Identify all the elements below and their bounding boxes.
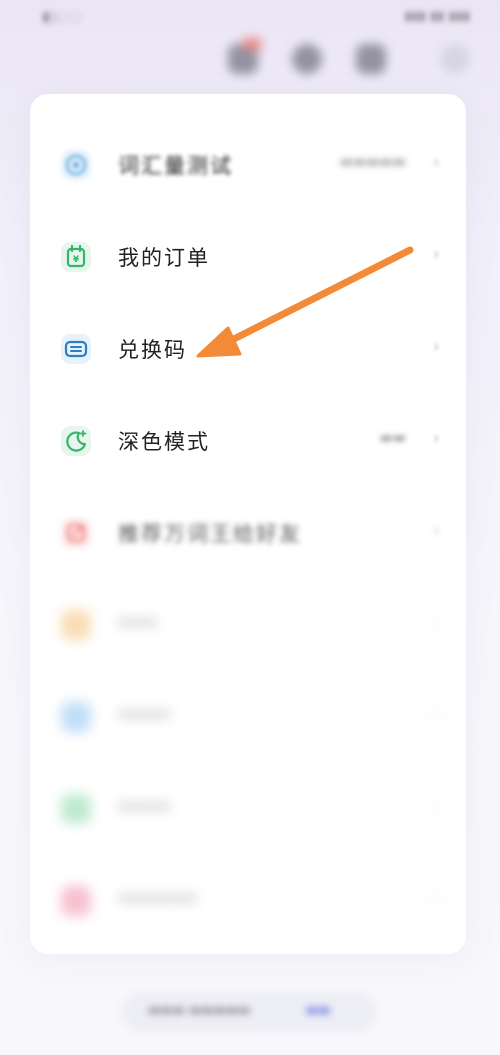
menu-item-user-center[interactable]: ▬▬▬▬▬▬ ›: [30, 870, 466, 930]
menu-card: 词汇量测试 ▬▬▬▬▬ › ¥ 我的订单 › 兑换码 › 深色模式 ▬▬ › 推…: [30, 94, 466, 954]
info-icon: [60, 793, 92, 825]
settings-icon[interactable]: [292, 44, 322, 74]
menu-item-help[interactable]: ▬▬▬▬ ›: [30, 686, 466, 746]
menu-item-label-placeholder: ▬▬▬: [118, 614, 158, 630]
menu-item-about[interactable]: ▬▬▬▬ ›: [30, 778, 466, 838]
target-icon: [60, 149, 92, 181]
menu-item-label-placeholder: ▬▬▬▬: [118, 706, 171, 722]
menu-item-label: 词汇量测试: [118, 154, 233, 178]
menu-item-label: 推荐万词王给好友: [118, 522, 302, 546]
menu-item-vocab-test[interactable]: 词汇量测试 ▬▬▬▬▬ ›: [30, 134, 466, 194]
chevron-right-icon: ›: [432, 796, 440, 817]
status-indicators: ▮▮▮ ▮▮ ▮▮▮: [404, 9, 471, 24]
moon-icon: [60, 425, 92, 457]
notification-badge: [242, 38, 262, 50]
chevron-right-icon: ›: [432, 428, 440, 449]
chevron-right-icon: ›: [432, 888, 440, 909]
menu-item-label-placeholder: ▬▬▬▬: [118, 798, 171, 814]
menu-item-label: 兑换码: [118, 338, 187, 362]
more-icon[interactable]: [440, 44, 470, 74]
status-carrier: ▮▯◌◌: [42, 9, 82, 25]
chevron-right-icon: ›: [432, 612, 440, 633]
top-toolbar: [0, 38, 500, 80]
menu-item-rate[interactable]: ▬▬▬ ›: [30, 594, 466, 654]
menu-item-recommend[interactable]: 推荐万词王给好友 ›: [30, 502, 466, 562]
order-icon: ¥: [60, 241, 92, 273]
help-icon: [60, 701, 92, 733]
bottom-bar-link[interactable]: ▬▬: [306, 1003, 331, 1018]
share-icon: [60, 517, 92, 549]
svg-text:¥: ¥: [73, 255, 80, 265]
chevron-right-icon: ›: [432, 520, 440, 541]
ticket-icon: [60, 333, 92, 365]
message-icon[interactable]: [228, 38, 262, 74]
chevron-right-icon: ›: [432, 336, 440, 357]
status-bar: ▮▯◌◌ ▮▮▮ ▮▮ ▮▮▮: [0, 0, 500, 36]
chevron-right-icon: ›: [432, 704, 440, 725]
menu-item-redeem-code[interactable]: 兑换码 ›: [30, 318, 466, 378]
star-icon: [60, 609, 92, 641]
menu-item-value: ▬▬▬▬▬: [339, 154, 406, 170]
menu-item-label: 深色模式: [118, 430, 210, 454]
chevron-right-icon: ›: [432, 244, 440, 265]
menu-item-my-orders[interactable]: ¥ 我的订单 ›: [30, 226, 466, 286]
menu-item-value: ▬▬: [379, 430, 406, 446]
menu-item-label: 我的订单: [118, 246, 210, 270]
menu-item-label-placeholder: ▬▬▬▬▬▬: [118, 890, 198, 906]
user-icon: [60, 885, 92, 917]
edit-icon[interactable]: [356, 44, 386, 74]
bottom-agreement-bar: ▬▬▬ ▬▬▬▬▬ ▬▬: [122, 992, 376, 1032]
menu-item-dark-mode[interactable]: 深色模式 ▬▬ ›: [30, 410, 466, 470]
chevron-right-icon: ›: [432, 152, 440, 173]
bottom-bar-text: ▬▬▬ ▬▬▬▬▬: [148, 1003, 251, 1018]
